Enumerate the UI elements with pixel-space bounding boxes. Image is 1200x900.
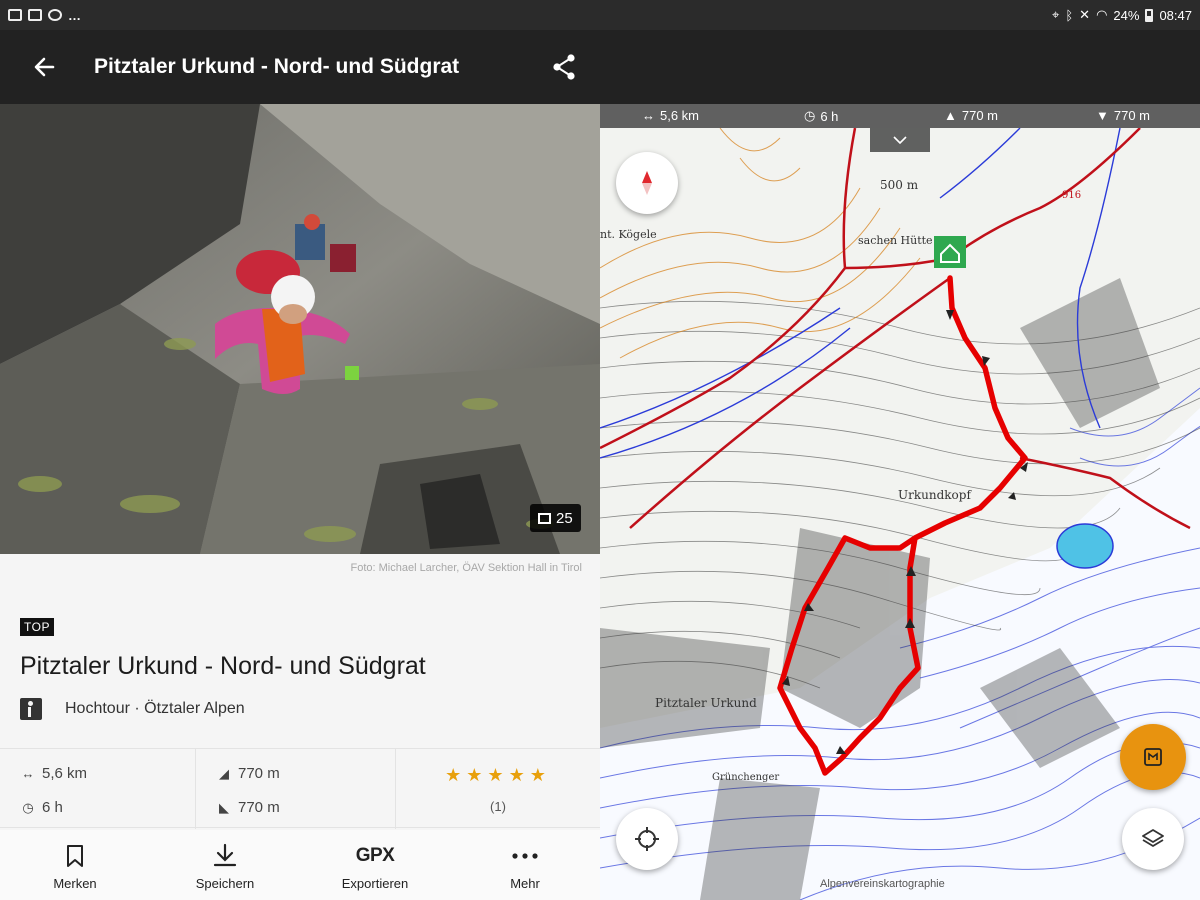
battery-icon <box>1145 8 1154 22</box>
distance-icon: ↔ <box>642 108 655 123</box>
more-dots-icon <box>512 853 538 859</box>
stat-ascent: ◢ 770 m <box>216 765 280 782</box>
ascent-icon: ▲ <box>944 108 957 123</box>
compass-icon <box>642 171 652 195</box>
map-attribution: Alpenvereinskartographie <box>820 878 945 890</box>
map-label-kogele: nt. Kögele <box>600 228 657 241</box>
bookmark-label: Merken <box>53 876 97 891</box>
map-stats-bar: ↔ 5,6 km ◷ 6 h ▲ 770 m ▼ 770 m <box>600 104 1200 128</box>
wifi-icon: ◠ <box>1096 7 1108 22</box>
map-label-trail-number: 916 <box>1062 190 1082 201</box>
app-bar: Pitztaler Urkund - Nord- und Südgrat <box>0 30 1200 104</box>
page-title: Pitztaler Urkund - Nord- und Südgrat <box>94 55 460 78</box>
gpx-icon: GPX <box>355 845 395 866</box>
target-notification-icon <box>48 9 62 21</box>
map-download-icon <box>1144 748 1162 766</box>
tour-stats: ↔ 5,6 km ◷ 6 h ◢ 770 m ◣ 770 m ★★★★★ (1) <box>0 748 600 829</box>
share-icon <box>553 54 575 80</box>
duration-value: 6 h <box>42 799 63 816</box>
my-location-button[interactable] <box>616 808 678 870</box>
tour-detail-pane: 25 Foto: Michael Larcher, ÖAV Sektion Ha… <box>0 104 600 900</box>
more-label: Mehr <box>510 876 540 891</box>
ascent-value: 770 m <box>238 765 280 782</box>
hut-marker-icon[interactable] <box>934 236 966 268</box>
hiking-icon <box>20 698 42 720</box>
map-stat-ascent: ▲ 770 m <box>944 108 999 123</box>
flipboard-notification-icon <box>28 9 42 21</box>
offline-map-button[interactable] <box>1120 724 1186 790</box>
map-label-grubach: Grünchenger <box>712 772 780 783</box>
battery-percent: 24% <box>1113 7 1140 23</box>
back-button[interactable] <box>24 47 64 87</box>
map-label-contour: 500 m <box>880 178 919 192</box>
chevron-down-icon <box>893 136 907 144</box>
more-button[interactable]: Mehr <box>450 830 600 900</box>
gallery-notification-icon <box>8 9 22 21</box>
lake <box>1056 523 1114 569</box>
tour-category-text: Hochtour · Ötztaler Alpen <box>65 700 245 717</box>
export-label: Exportieren <box>341 876 409 891</box>
map-stat-distance: ↔ 5,6 km <box>642 108 700 123</box>
distance-icon: ↔ <box>21 766 35 781</box>
more-notifications-icon: … <box>68 7 82 23</box>
status-bar: … ⌖ ᛒ ✕ ◠ 24% 08:47 <box>0 0 1200 30</box>
save-button[interactable]: Speichern <box>150 830 300 900</box>
top-badge: TOP <box>20 618 54 636</box>
descent-value: 770 m <box>238 799 280 816</box>
map-pane[interactable]: Urkundkopf Pitztaler Urkund Grünchenger … <box>600 104 1200 900</box>
tour-title: Pitztaler Urkund - Nord- und Südgrat <box>20 652 426 680</box>
tour-category: Hochtour · Ötztaler Alpen <box>20 698 245 720</box>
export-button[interactable]: GPX Exportieren <box>300 830 450 900</box>
descent-icon: ◣ <box>219 799 229 815</box>
crosshair-icon <box>635 827 659 851</box>
stat-descent: ◣ 770 m <box>216 799 280 816</box>
compass-button[interactable] <box>616 152 678 214</box>
action-bar: Merken Speichern GPX Exportieren Mehr <box>0 830 600 900</box>
bookmark-icon <box>67 845 83 867</box>
layers-icon <box>1142 829 1164 847</box>
photo-count-badge[interactable]: 25 <box>530 504 581 532</box>
map-label-huette: sachen Hütte <box>858 234 933 247</box>
rating-stars: ★★★★★ <box>445 765 551 785</box>
map-label-pitztaler-urkund: Pitztaler Urkund <box>655 696 757 710</box>
bluetooth-icon: ᛒ <box>1065 7 1074 23</box>
descent-icon: ▼ <box>1096 108 1109 123</box>
photo-credit: Foto: Michael Larcher, ÖAV Sektion Hall … <box>350 562 582 574</box>
rating-count: (1) <box>490 799 506 814</box>
location-icon: ⌖ <box>1052 7 1060 22</box>
stat-duration: ◷ 6 h <box>20 799 63 816</box>
mute-icon: ✕ <box>1079 7 1091 22</box>
clock: 08:47 <box>1159 7 1192 23</box>
stat-distance: ↔ 5,6 km <box>20 765 88 782</box>
clock-icon: ◷ <box>804 108 816 123</box>
tour-photo[interactable]: 25 <box>0 104 600 554</box>
clock-icon: ◷ <box>22 799 34 815</box>
image-icon <box>538 512 551 524</box>
map-stat-duration: ◷ 6 h <box>804 108 839 124</box>
stats-elevation: ◢ 770 m ◣ 770 m <box>196 749 396 829</box>
collapse-stats-button[interactable] <box>870 128 930 152</box>
climber-photo-image <box>0 104 600 554</box>
map-label-urkundkopf: Urkundkopf <box>898 488 971 502</box>
map-stat-descent: ▼ 770 m <box>1096 108 1151 123</box>
map-layers-button[interactable] <box>1122 808 1184 870</box>
save-label: Speichern <box>195 876 255 891</box>
photo-count: 25 <box>556 509 573 527</box>
bookmark-button[interactable]: Merken <box>0 830 150 900</box>
ascent-icon: ◢ <box>219 765 229 781</box>
distance-value: 5,6 km <box>42 765 88 782</box>
download-icon <box>213 843 237 867</box>
share-button[interactable] <box>546 47 582 87</box>
arrow-left-icon <box>34 57 55 77</box>
stats-distance-duration: ↔ 5,6 km ◷ 6 h <box>0 749 196 829</box>
stats-rating[interactable]: ★★★★★ (1) <box>396 749 600 829</box>
